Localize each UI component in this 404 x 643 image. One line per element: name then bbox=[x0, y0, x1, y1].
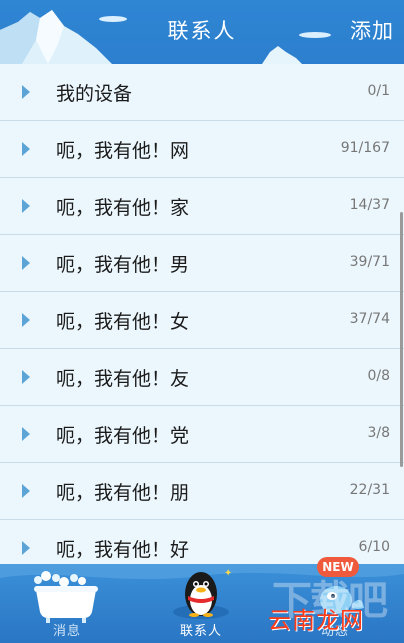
group-count: 0/8 bbox=[367, 368, 390, 384]
tab-contacts[interactable]: ✦ 联系人 bbox=[134, 564, 268, 643]
add-button[interactable]: 添加 bbox=[350, 15, 394, 45]
watermark: 云南龙网 bbox=[268, 608, 364, 634]
group-count: 37/74 bbox=[349, 311, 390, 327]
group-row[interactable]: 呃，我有他！党 3/8 bbox=[0, 406, 404, 463]
expand-arrow-icon bbox=[22, 484, 30, 498]
group-count: 3/8 bbox=[367, 425, 390, 441]
svg-text:✦: ✦ bbox=[224, 568, 232, 579]
group-row[interactable]: 呃，我有他！家 14/37 bbox=[0, 178, 404, 235]
scrollbar[interactable] bbox=[400, 212, 403, 467]
expand-arrow-icon bbox=[22, 199, 30, 213]
page-title: 联系人 bbox=[167, 19, 237, 43]
tab-label: 消息 bbox=[52, 624, 81, 639]
contact-group-list[interactable]: 我的设备 0/1 呃，我有他！网 91/167 呃，我有他！家 14/37 呃，… bbox=[0, 64, 404, 564]
group-count: 0/1 bbox=[367, 83, 390, 99]
group-name: 呃，我有他！男 bbox=[56, 254, 190, 276]
expand-arrow-icon bbox=[22, 313, 30, 327]
tab-messages[interactable]: 消息 bbox=[0, 564, 134, 643]
group-row[interactable]: 呃，我有他！男 39/71 bbox=[0, 235, 404, 292]
group-name: 呃，我有他！好 bbox=[56, 539, 190, 561]
group-count: 91/167 bbox=[340, 140, 390, 156]
group-count: 6/10 bbox=[358, 539, 390, 555]
expand-arrow-icon bbox=[22, 85, 30, 99]
expand-arrow-icon bbox=[22, 541, 30, 555]
group-name: 呃，我有他！友 bbox=[56, 368, 190, 390]
tab-label: 联系人 bbox=[179, 624, 222, 639]
group-count: 14/37 bbox=[349, 197, 390, 213]
group-row[interactable]: 呃，我有他！网 91/167 bbox=[0, 121, 404, 178]
group-name: 我的设备 bbox=[56, 83, 133, 105]
group-row[interactable]: 呃，我有他！朋 22/31 bbox=[0, 463, 404, 520]
group-name: 呃，我有他！女 bbox=[56, 311, 190, 333]
expand-arrow-icon bbox=[22, 427, 30, 441]
title-bar: 联系人 添加 bbox=[0, 0, 404, 64]
group-name: 呃，我有他！党 bbox=[56, 425, 190, 447]
group-row[interactable]: 呃，我有他！女 37/74 bbox=[0, 292, 404, 349]
group-count: 39/71 bbox=[349, 254, 390, 270]
expand-arrow-icon bbox=[22, 142, 30, 156]
bathtub-icon bbox=[34, 571, 98, 623]
penguin-icon: ✦ bbox=[173, 568, 232, 619]
group-name: 呃，我有他！家 bbox=[56, 197, 190, 219]
expand-arrow-icon bbox=[22, 256, 30, 270]
group-name: 呃，我有他！朋 bbox=[56, 482, 190, 504]
group-row[interactable]: 呃，我有他！友 0/8 bbox=[0, 349, 404, 406]
group-row-my-devices[interactable]: 我的设备 0/1 bbox=[0, 64, 404, 121]
expand-arrow-icon bbox=[22, 370, 30, 384]
group-name: 呃，我有他！网 bbox=[56, 140, 190, 162]
group-count: 22/31 bbox=[349, 482, 390, 498]
